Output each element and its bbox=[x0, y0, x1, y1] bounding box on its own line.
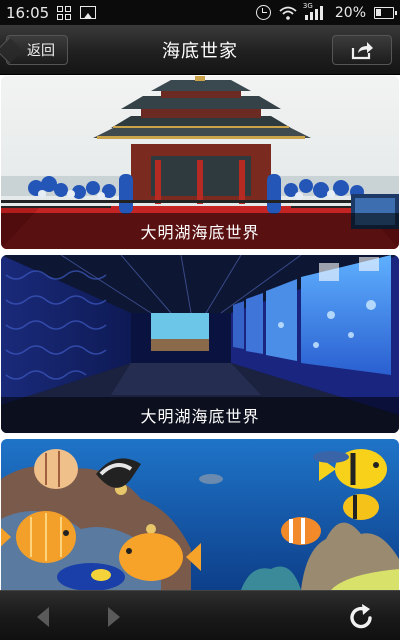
list-item[interactable]: 大明湖海底世界 bbox=[1, 76, 399, 249]
nav-back-icon[interactable] bbox=[33, 606, 53, 628]
back-button[interactable]: 返回 bbox=[6, 35, 68, 65]
back-button-label: 返回 bbox=[27, 43, 55, 59]
content-list: 大明湖海底世界 大明湖海底世界 bbox=[0, 75, 400, 590]
nav-forward-icon[interactable] bbox=[104, 606, 124, 628]
refresh-icon[interactable] bbox=[348, 603, 376, 631]
card-caption: 大明湖海底世界 bbox=[1, 213, 399, 249]
list-item[interactable]: 大明湖海底世界 bbox=[1, 255, 399, 433]
share-button[interactable] bbox=[332, 35, 392, 65]
wifi-icon bbox=[279, 6, 297, 20]
bottom-toolbar bbox=[0, 590, 400, 640]
status-bar: 16:05 3G 20% bbox=[0, 0, 400, 25]
card-caption: 大明湖海底世界 bbox=[1, 397, 399, 433]
status-time: 16:05 bbox=[6, 3, 50, 22]
signal-icon: 3G bbox=[302, 2, 327, 20]
grid-icon bbox=[57, 5, 72, 20]
alarm-icon bbox=[255, 5, 271, 20]
share-icon bbox=[351, 42, 373, 60]
battery-icon bbox=[374, 6, 397, 19]
battery-percent: 20% bbox=[334, 4, 366, 21]
list-item[interactable] bbox=[1, 439, 399, 590]
title-bar: 返回 海底世家 bbox=[0, 25, 400, 75]
page-title: 海底世家 bbox=[162, 41, 238, 62]
tropical-fish-photo bbox=[1, 439, 399, 590]
image-icon bbox=[80, 6, 97, 19]
network-type: 3G bbox=[302, 2, 313, 10]
